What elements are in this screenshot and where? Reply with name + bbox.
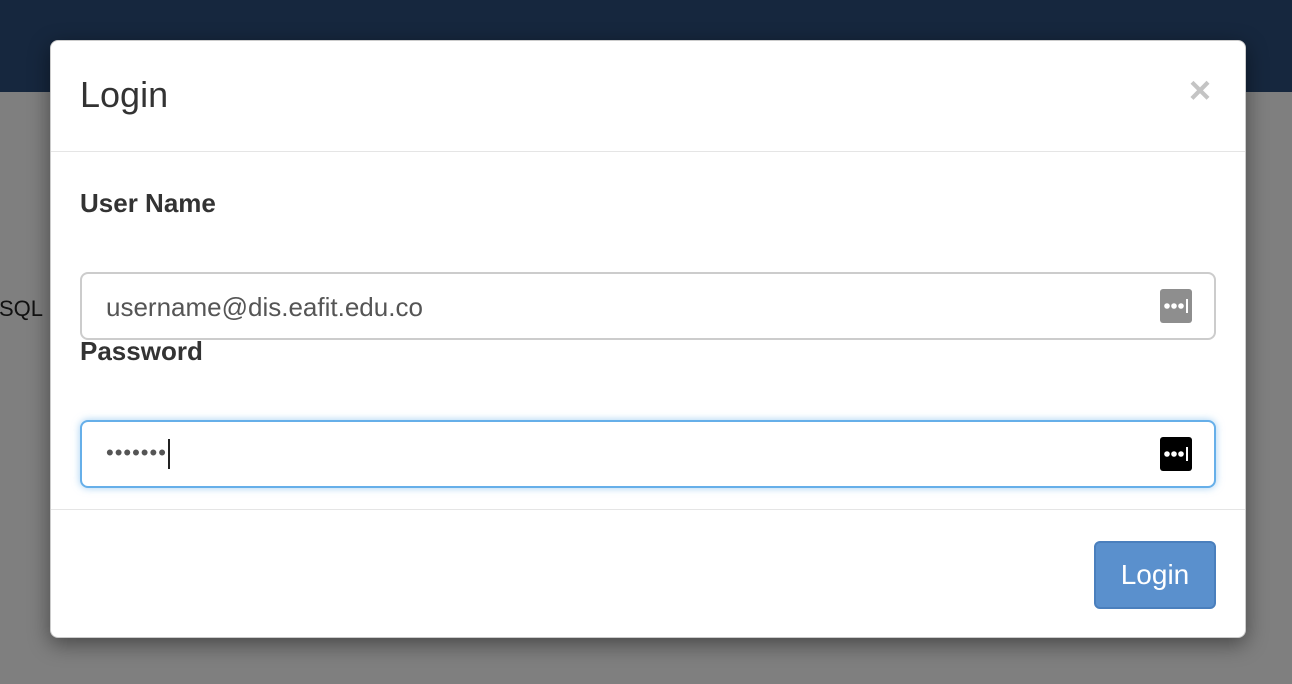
page: SQL Login × User Name username@dis.eafit… — [0, 0, 1292, 684]
login-modal: Login × User Name username@dis.eafit.edu… — [50, 40, 1246, 638]
modal-body: User Name username@dis.eafit.edu.co Pass… — [51, 152, 1245, 510]
username-value: username@dis.eafit.edu.co — [106, 292, 423, 322]
login-button[interactable]: Login — [1094, 541, 1216, 609]
modal-header: Login × — [51, 41, 1245, 152]
modal-footer: Login — [51, 510, 1245, 639]
password-label: Password — [80, 336, 203, 366]
password-manager-icon[interactable] — [1160, 437, 1192, 471]
password-input[interactable]: ••••••• — [80, 420, 1216, 488]
username-label: User Name — [80, 188, 216, 218]
close-icon[interactable]: × — [1185, 72, 1215, 110]
text-caret — [167, 439, 170, 470]
modal-title: Login — [80, 74, 169, 115]
password-manager-icon[interactable] — [1160, 289, 1192, 323]
username-input[interactable]: username@dis.eafit.edu.co — [80, 272, 1216, 340]
password-value: ••••••• — [106, 438, 170, 470]
